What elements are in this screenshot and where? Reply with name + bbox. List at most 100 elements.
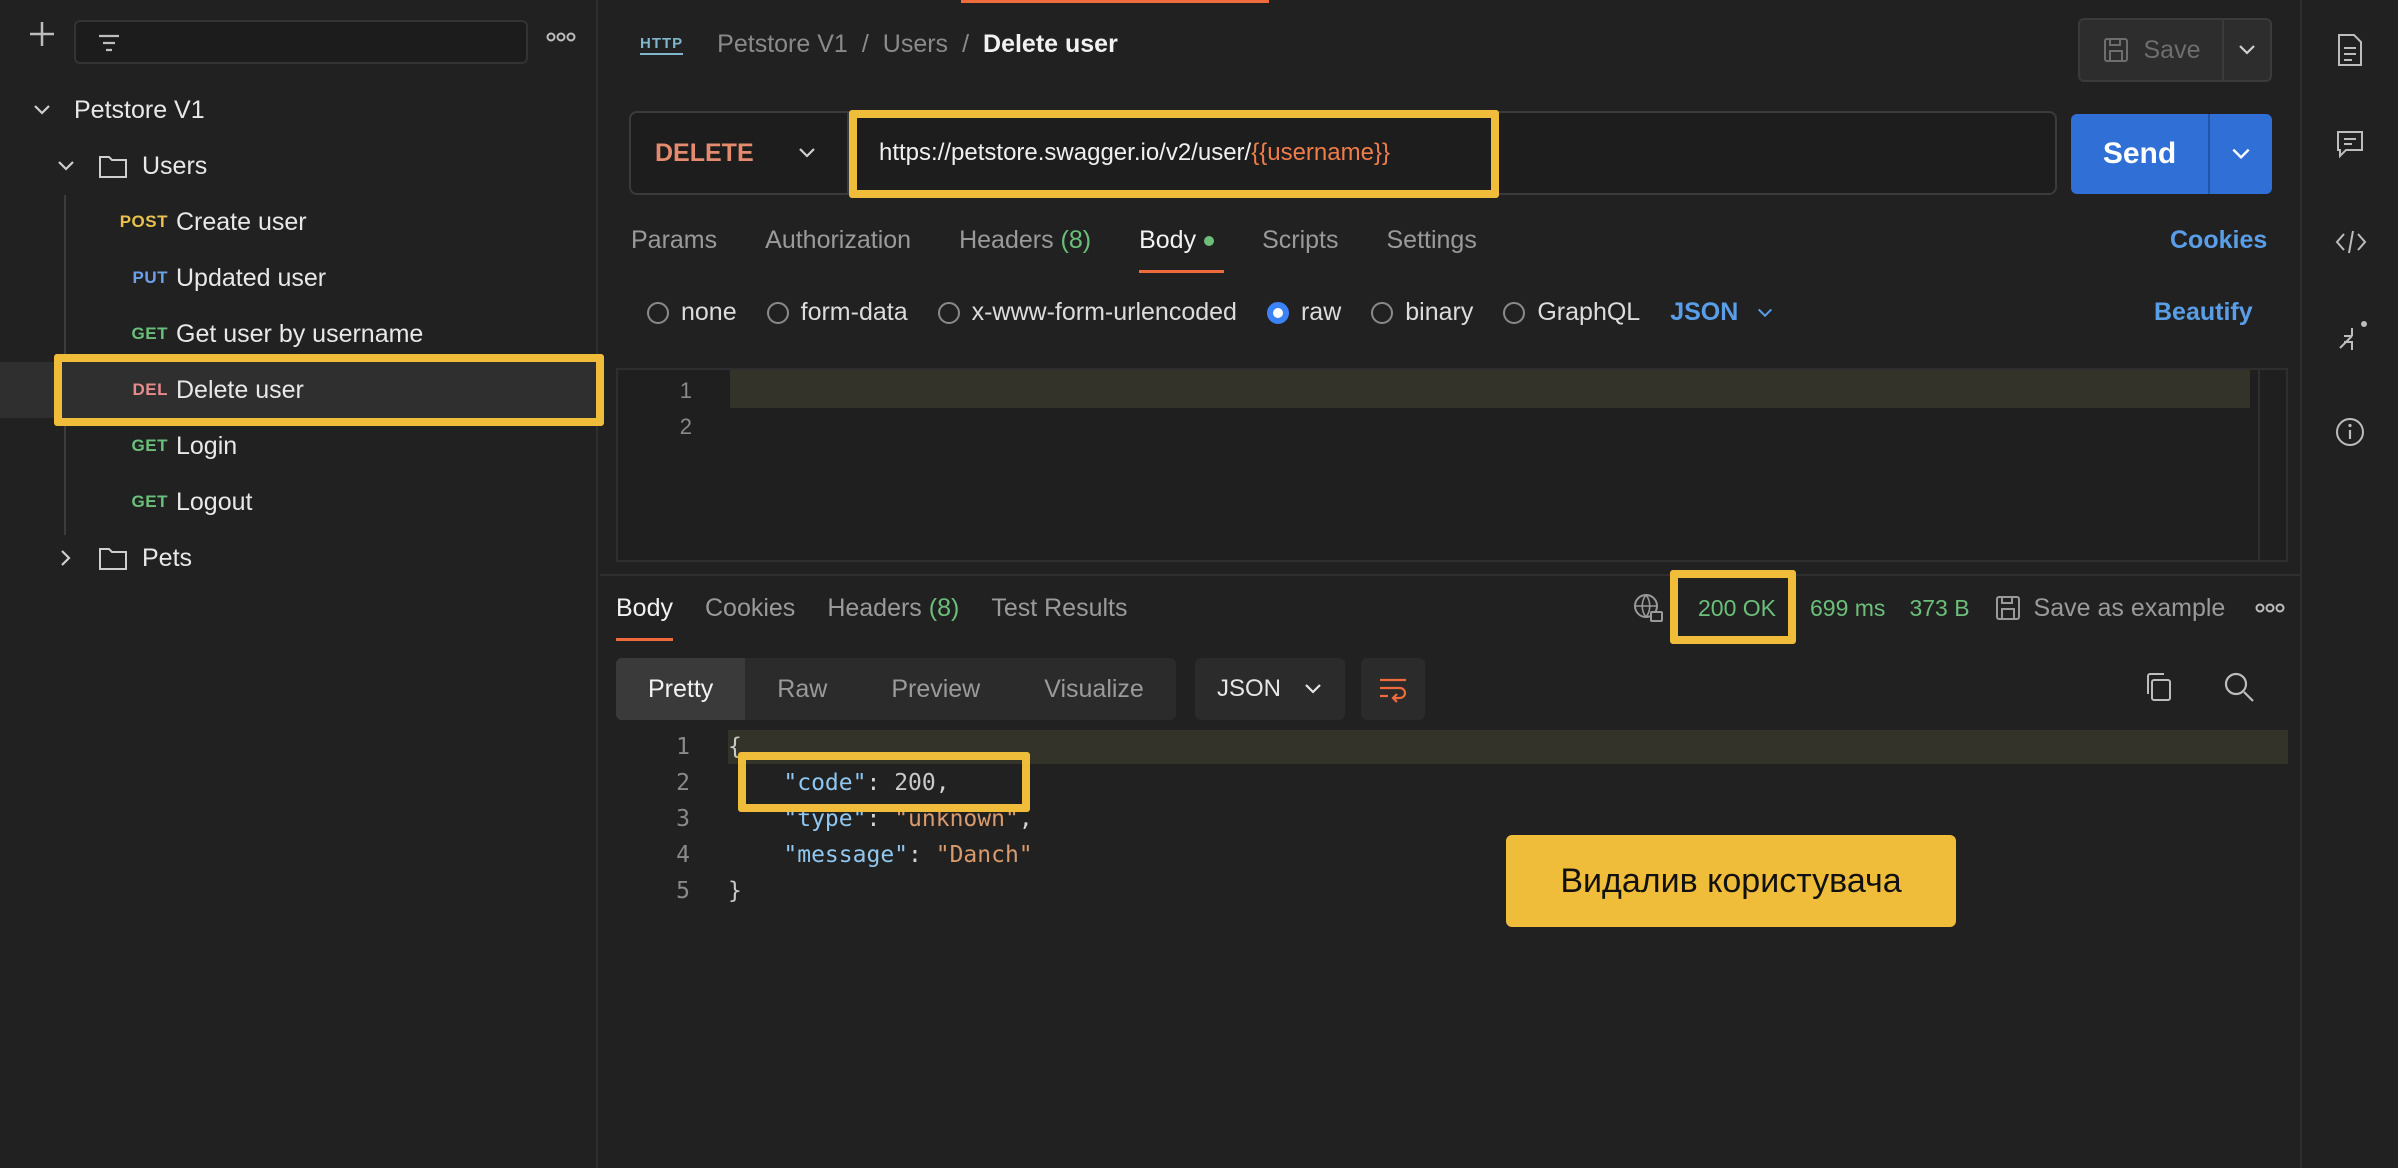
request-row[interactable]: PUT Updated user xyxy=(0,250,598,306)
filter-input[interactable] xyxy=(74,20,528,64)
chevron-down-icon xyxy=(1305,684,1321,694)
code-line: "message": "Danch" xyxy=(783,842,1033,868)
filter-icon xyxy=(99,34,119,52)
beautify-button[interactable]: Beautify xyxy=(2154,298,2253,327)
radio-circle xyxy=(1503,301,1526,324)
request-row[interactable]: POST Create user xyxy=(0,194,598,250)
view-tab-preview[interactable]: Preview xyxy=(859,658,1012,720)
documentation-icon[interactable] xyxy=(2334,32,2366,68)
tab-authorization[interactable]: Authorization xyxy=(765,226,911,255)
save-dropdown-button[interactable] xyxy=(2224,40,2270,60)
wrap-lines-button[interactable] xyxy=(1361,658,1425,720)
request-name: Logout xyxy=(176,487,253,516)
folder-icon xyxy=(99,156,127,178)
annotation-callout: Видалив користувача xyxy=(1506,835,1956,927)
save-icon xyxy=(1995,596,2020,620)
radio-form-data[interactable]: form-data xyxy=(766,298,908,327)
view-tab-visualize[interactable]: Visualize xyxy=(1012,658,1176,720)
chevron-down-icon xyxy=(2232,148,2250,160)
tab-label: Body xyxy=(1139,226,1197,254)
more-options-icon[interactable] xyxy=(546,32,576,42)
more-options-icon[interactable] xyxy=(2255,603,2285,613)
code-text: } xyxy=(728,878,742,904)
copy-icon[interactable] xyxy=(2142,670,2174,704)
http-request-icon: HTTP xyxy=(640,35,684,55)
tab-count: (8) xyxy=(928,594,960,622)
request-body-editor[interactable]: 1 2 xyxy=(616,368,2288,562)
view-tab-raw[interactable]: Raw xyxy=(745,658,859,720)
annotation-highlight-url xyxy=(849,110,1499,198)
method-select[interactable]: DELETE xyxy=(631,113,849,193)
request-name: Login xyxy=(176,431,238,460)
radio-label: binary xyxy=(1405,298,1474,326)
search-icon[interactable] xyxy=(2222,670,2256,704)
radio-label: raw xyxy=(1300,298,1342,326)
breadcrumb-item[interactable]: Petstore V1 xyxy=(717,30,848,59)
response-format-select[interactable]: JSON xyxy=(1195,658,1345,720)
method-badge: PUT xyxy=(132,268,168,287)
save-label: Save xyxy=(2143,35,2201,64)
save-icon xyxy=(2103,38,2128,62)
line-number: 1 xyxy=(676,734,690,760)
tab-params[interactable]: Params xyxy=(631,226,717,255)
tab-test-results[interactable]: Test Results xyxy=(991,594,1127,623)
add-icon[interactable] xyxy=(26,18,58,50)
radio-circle xyxy=(647,301,669,324)
collection-row[interactable]: Petstore V1 xyxy=(0,82,598,138)
radio-raw[interactable]: raw xyxy=(1266,298,1342,327)
chevron-down-icon xyxy=(34,105,50,115)
chevron-down-icon xyxy=(58,161,74,171)
breadcrumb-item[interactable]: Users xyxy=(883,30,948,59)
code-snippet-icon[interactable] xyxy=(2334,228,2368,256)
send-dropdown-button[interactable] xyxy=(2210,114,2272,194)
folder-name: Pets xyxy=(142,543,193,572)
format-value: JSON xyxy=(1670,298,1739,326)
globe-lock-icon[interactable] xyxy=(1632,592,1664,624)
tab-response-headers[interactable]: Headers (8) xyxy=(827,594,959,623)
radio-urlencoded[interactable]: x-www-form-urlencoded xyxy=(937,298,1237,327)
line-number: 5 xyxy=(676,878,690,904)
tab-count: (8) xyxy=(1060,226,1092,254)
radio-binary[interactable]: binary xyxy=(1371,298,1473,327)
related-collections-icon[interactable] xyxy=(2334,318,2370,354)
request-row[interactable]: GET Logout xyxy=(0,474,598,530)
editor-scrollbar[interactable] xyxy=(2258,370,2260,560)
comments-icon[interactable] xyxy=(2334,128,2366,160)
radio-circle-selected xyxy=(1266,301,1289,324)
cookies-link[interactable]: Cookies xyxy=(2170,226,2267,255)
folder-row-users[interactable]: Users xyxy=(0,138,598,194)
breadcrumb-current: Delete user xyxy=(983,30,1118,58)
tab-scripts[interactable]: Scripts xyxy=(1262,226,1338,255)
radio-none[interactable]: none xyxy=(647,298,737,327)
radio-graphql[interactable]: GraphQL xyxy=(1503,298,1640,327)
annotation-highlight-status xyxy=(1670,570,1796,644)
modified-dot-icon xyxy=(1204,236,1215,247)
chevron-right-icon xyxy=(61,550,71,566)
response-time[interactable]: 699 ms xyxy=(1810,595,1885,622)
request-row[interactable]: GET Login xyxy=(0,418,598,474)
tab-response-body[interactable]: Body xyxy=(616,594,673,641)
method-badge: GET xyxy=(131,436,168,455)
folder-name: Users xyxy=(142,151,208,180)
view-tab-pretty[interactable]: Pretty xyxy=(616,658,746,720)
tab-headers[interactable]: Headers (8) xyxy=(959,226,1091,255)
line-number: 2 xyxy=(676,770,690,796)
method-badge: POST xyxy=(119,212,168,231)
tab-body[interactable]: Body xyxy=(1139,226,1225,273)
active-tab-indicator xyxy=(961,0,1269,3)
body-format-select[interactable]: JSON xyxy=(1670,298,1774,327)
line-number: 3 xyxy=(676,806,690,832)
response-size[interactable]: 373 B xyxy=(1909,595,1969,622)
folder-row-pets[interactable]: Pets xyxy=(0,530,598,586)
tab-settings[interactable]: Settings xyxy=(1386,226,1476,255)
response-tabs: Body Cookies Headers (8) Test Results xyxy=(616,594,1128,641)
line-number: 2 xyxy=(679,414,692,439)
radio-circle xyxy=(1371,301,1394,324)
send-button[interactable]: Send xyxy=(2071,114,2272,194)
tab-response-cookies[interactable]: Cookies xyxy=(705,594,795,623)
save-as-example-button[interactable]: Save as example xyxy=(1994,594,2225,623)
pane-divider[interactable] xyxy=(600,574,2300,576)
info-icon[interactable] xyxy=(2334,416,2366,448)
sidebar: Petstore V1 Users POST Create user PUT U… xyxy=(0,0,604,1168)
save-button[interactable]: Save xyxy=(2078,18,2272,82)
